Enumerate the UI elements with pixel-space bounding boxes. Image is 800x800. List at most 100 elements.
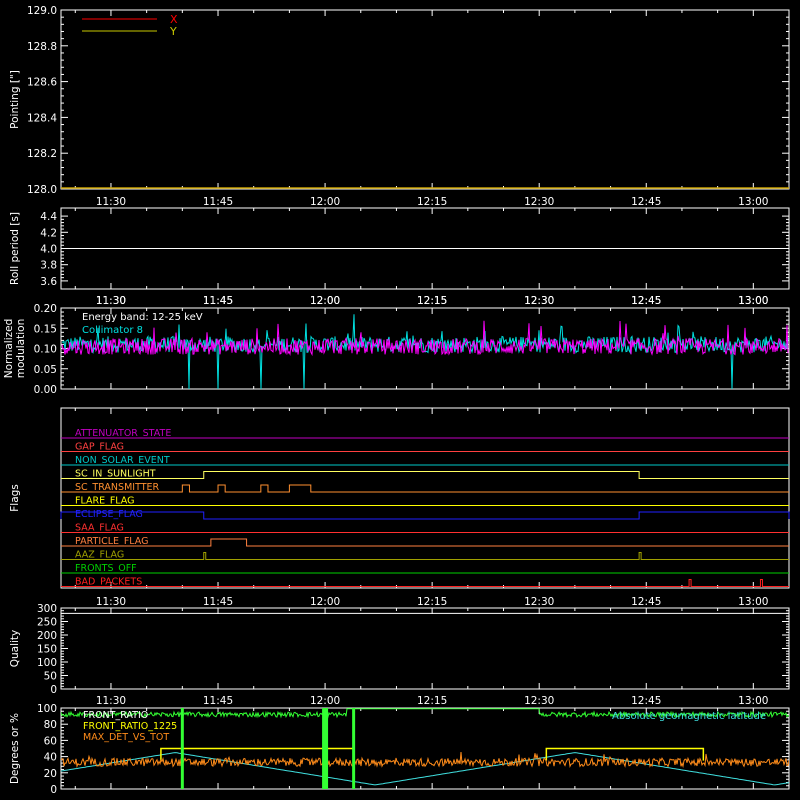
x-tick-label: 11:45 — [203, 596, 233, 608]
flag-label: NON_SOLAR_EVENT — [75, 455, 170, 466]
y-tick-label: 128.6 — [27, 77, 57, 89]
x-tick-label: 11:45 — [203, 196, 233, 208]
flag-label: GAP_FLAG — [75, 442, 124, 453]
x-tick-label: 13:00 — [738, 596, 768, 608]
flag-trace — [61, 484, 789, 493]
x-tick-label: 12:00 — [310, 196, 340, 208]
x-tick-label: 12:15 — [417, 596, 447, 608]
flag-label: ECLIPSE_FLAG — [75, 509, 143, 520]
panel-1: 11:30 11:45 12:00 12:15 12:30 12:45 13:00 128.0… — [9, 5, 790, 208]
x-tick-label: 12:45 — [631, 695, 661, 707]
y-tick-label: 250 — [37, 617, 57, 629]
x-tick-label: 12:15 — [417, 295, 447, 307]
x-tick-label: 12:45 — [631, 596, 661, 608]
x-tick-label: 11:30 — [96, 196, 126, 208]
y-tick-label: 4.0 — [40, 244, 57, 256]
x-tick-label: 12:30 — [524, 196, 554, 208]
x-tick-label: 12:30 — [524, 596, 554, 608]
panel-4: 11:30 11:45 12:00 12:15 12:30 12:45 13:00 Flags… — [9, 407, 790, 608]
flag-trace — [61, 471, 789, 479]
y-tick-label: 300 — [37, 603, 57, 615]
x-tick-label: 11:30 — [96, 596, 126, 608]
y-axis-title: Quality — [9, 630, 21, 668]
flag-trace — [61, 538, 789, 547]
flag-label: SAA_FLAG — [75, 523, 124, 534]
y-tick-label: 0.20 — [34, 303, 57, 315]
panel-6: 0 20 40 60 80 100 Degrees or % FRONT_RATIOFRONT… — [9, 703, 790, 796]
y-tick-label: 100 — [37, 703, 57, 715]
x-tick-label: 12:45 — [631, 295, 661, 307]
y-tick-label: 0 — [50, 684, 57, 696]
y-axis-title: Degrees or % — [9, 713, 21, 784]
flag-label: ATTENUATOR_STATE — [75, 428, 171, 439]
flag-label: BAD_PACKETS — [75, 577, 142, 588]
y-tick-label: 60 — [44, 735, 57, 747]
x-tick-label: 12:00 — [310, 295, 340, 307]
y-tick-label: 3.6 — [40, 276, 57, 288]
x-tick-label: 12:15 — [417, 196, 447, 208]
y-tick-label: 128.2 — [27, 148, 57, 160]
x-tick-label: 12:30 — [524, 295, 554, 307]
y-axis-title-line: modulation — [15, 319, 27, 378]
modulation-traces — [61, 314, 789, 389]
x-tick-label: 13:00 — [738, 295, 768, 307]
y-axis-title: Pointing ["] — [9, 70, 21, 129]
flag-trace — [60, 511, 790, 520]
y-tick-label: 100 — [37, 657, 57, 669]
flag-label: AAZ_FLAG — [75, 550, 124, 561]
series-line-front-ratio-1225 — [160, 747, 705, 761]
panel-2: 11:30 11:45 12:00 12:15 12:30 12:45 13:00 3.6 3.… — [9, 207, 790, 307]
x-tick-label: 12:45 — [631, 196, 661, 208]
y-tick-label: 40 — [44, 752, 57, 764]
x-tick-label: 11:30 — [96, 695, 126, 707]
y-tick-label: 0.15 — [34, 323, 57, 335]
plot-frame — [60, 607, 790, 690]
panel-5: 11:30 11:45 12:00 12:15 12:30 12:45 13:00 050 10… — [9, 603, 790, 707]
flag-label: SC_TRANSMITTER — [75, 482, 160, 493]
y-axis-title: Roll period [s] — [9, 212, 21, 285]
x-tick-label: 12:30 — [524, 695, 554, 707]
y-tick-label: 0.10 — [34, 344, 57, 356]
x-tick-label: 13:00 — [738, 695, 768, 707]
y-axis-title-line: Normalized — [3, 319, 15, 379]
y-tick-label: 4.2 — [40, 227, 57, 239]
legend-label: MAX_DET_VS_TOT — [83, 732, 169, 743]
x-tick-label: 11:45 — [203, 695, 233, 707]
annotation-energy-band: Energy band: 12-25 keV — [82, 312, 203, 323]
series-line-geomagnetic-latitude — [61, 752, 789, 786]
y-tick-label: 200 — [37, 630, 57, 642]
flag-label: FRONTS_OFF — [75, 563, 137, 574]
x-tick-label: 11:45 — [203, 295, 233, 307]
panel-3: 11:30 11:45 12:00 12:15 12:30 12:45 13:00 0.00 0… — [3, 295, 790, 396]
annotation-geomagnetic-latitude: Absolute geomagnetic latitude — [612, 711, 766, 722]
y-tick-label: 4.4 — [40, 211, 57, 223]
y-tick-label: 20 — [44, 768, 57, 780]
y-tick-label: 128.8 — [27, 41, 57, 53]
y-tick-label: 50 — [44, 671, 57, 683]
legend-label: Y — [169, 25, 177, 38]
series-line-max-det-vs-tot — [61, 752, 789, 769]
flag-trace — [61, 579, 789, 587]
y-tick-label: 150 — [37, 644, 57, 656]
flag-label: FLARE_FLAG — [75, 496, 135, 507]
y-tick-label: 0 — [50, 784, 57, 796]
flag-label: PARTICLE_FLAG — [75, 536, 148, 547]
annotation-collimator: Collimator 8 — [82, 325, 143, 336]
x-tick-label: 11:30 — [96, 295, 126, 307]
y-tick-label: 80 — [44, 719, 57, 731]
y-tick-label: 3.8 — [40, 260, 57, 272]
y-axis-title: Normalizedmodulation — [3, 319, 27, 379]
y-tick-label: 0.00 — [34, 384, 57, 396]
x-tick-label: 12:00 — [310, 596, 340, 608]
y-tick-label: 128.0 — [27, 184, 57, 196]
y-axis-title: Flags — [9, 484, 21, 512]
y-tick-label: 129.0 — [27, 5, 57, 17]
legend-label: FRONT_RATIO — [83, 710, 148, 721]
y-tick-label: 0.05 — [34, 364, 57, 376]
x-tick-label: 13:00 — [738, 196, 768, 208]
y-tick-label: 128.4 — [27, 112, 57, 124]
flag-trace — [61, 552, 789, 560]
x-tick-label: 12:00 — [310, 695, 340, 707]
lightcurve-summary-chart: 11:30 11:45 12:00 12:15 12:30 12:45 13:00 128.0… — [3, 5, 790, 796]
x-tick-label: 12:15 — [417, 695, 447, 707]
